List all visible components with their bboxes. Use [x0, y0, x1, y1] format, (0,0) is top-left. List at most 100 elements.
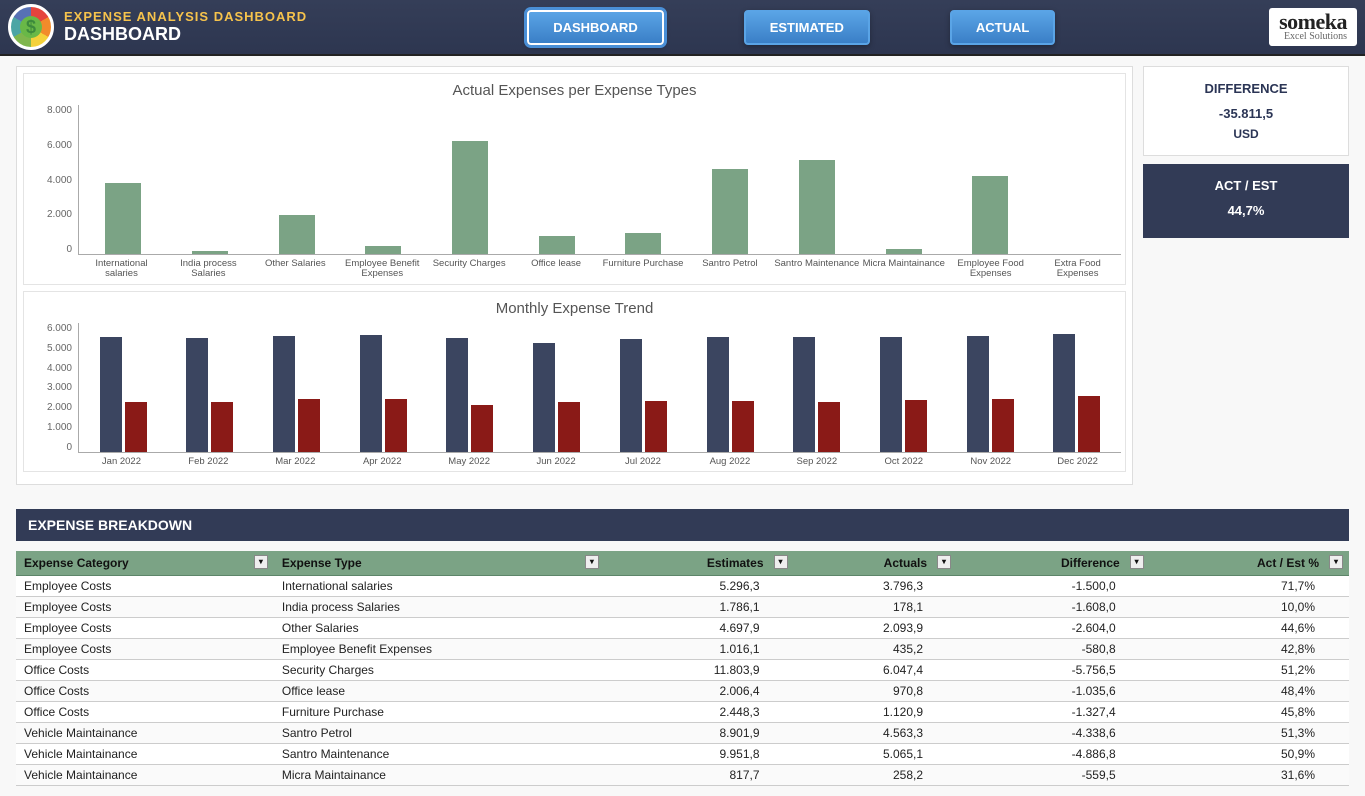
table-cell: 970,8: [794, 681, 957, 702]
app-title: EXPENSE ANALYSIS DASHBOARD: [64, 9, 307, 24]
table-cell: Employee Costs: [16, 576, 274, 597]
table-cell: 2.006,4: [605, 681, 794, 702]
chart1-title: Actual Expenses per Expense Types: [28, 82, 1121, 99]
summary-column: DIFFERENCE -35.811,5 USD ACT / EST 44,7%: [1143, 66, 1349, 485]
chart1-x-label: Micra Maintainance: [860, 255, 947, 280]
chart2-x-label: Mar 2022: [252, 453, 339, 467]
chart1-x-label: Security Charges: [426, 255, 513, 280]
table-cell: 1.120,9: [794, 702, 957, 723]
filter-dropdown-icon[interactable]: ▾: [254, 555, 268, 569]
chart1-plot: [78, 105, 1121, 255]
table-cell: 4.697,9: [605, 618, 794, 639]
table-cell: Office lease: [274, 681, 605, 702]
nav-dashboard-button[interactable]: DASHBOARD: [527, 10, 664, 45]
filter-dropdown-icon[interactable]: ▾: [585, 555, 599, 569]
chart2-bar-actual: [818, 402, 840, 451]
chart1-bar: [105, 183, 141, 254]
difference-label: DIFFERENCE: [1152, 81, 1340, 96]
table-cell: 5.296,3: [605, 576, 794, 597]
brand-subtitle: Excel Solutions: [1279, 31, 1347, 42]
breakdown-header-cell: Estimates▾: [605, 551, 794, 576]
chart1-bar: [192, 251, 228, 254]
chart1-y-axis: 8.0006.0004.0002.0000: [28, 105, 78, 255]
chart2-x-label: Jul 2022: [600, 453, 687, 467]
app-logo-icon: [8, 4, 54, 50]
table-row[interactable]: Vehicle MaintainanceSantro Petrol8.901,9…: [16, 723, 1349, 744]
chart2-x-label: Jun 2022: [513, 453, 600, 467]
chart1-x-label: International salaries: [78, 255, 165, 280]
table-cell: -2.604,0: [957, 618, 1150, 639]
table-cell: 48,4%: [1150, 681, 1349, 702]
filter-dropdown-icon[interactable]: ▾: [1329, 555, 1343, 569]
chart2-title: Monthly Expense Trend: [28, 300, 1121, 317]
table-cell: 258,2: [794, 765, 957, 786]
table-cell: Micra Maintainance: [274, 765, 605, 786]
table-cell: -559,5: [957, 765, 1150, 786]
table-cell: Vehicle Maintainance: [16, 723, 274, 744]
table-cell: -580,8: [957, 639, 1150, 660]
table-cell: Office Costs: [16, 660, 274, 681]
table-row[interactable]: Office CostsSecurity Charges11.803,96.04…: [16, 660, 1349, 681]
table-cell: Santro Petrol: [274, 723, 605, 744]
table-cell: 11.803,9: [605, 660, 794, 681]
chart2-bar-estimated: [533, 343, 555, 452]
brand-logo: someka Excel Solutions: [1269, 8, 1357, 47]
nav-actual-button[interactable]: ACTUAL: [950, 10, 1055, 45]
table-cell: 178,1: [794, 597, 957, 618]
table-cell: 3.796,3: [794, 576, 957, 597]
chart2-x-label: May 2022: [426, 453, 513, 467]
table-cell: 42,8%: [1150, 639, 1349, 660]
table-row[interactable]: Employee CostsOther Salaries4.697,92.093…: [16, 618, 1349, 639]
chart1-bar: [712, 169, 748, 254]
filter-dropdown-icon[interactable]: ▾: [1130, 555, 1144, 569]
chart2-bar-estimated: [793, 337, 815, 452]
brand-name: someka: [1279, 12, 1347, 32]
chart1-bar: [625, 233, 661, 254]
chart2-bar-estimated: [1053, 334, 1075, 452]
table-cell: 8.901,9: [605, 723, 794, 744]
charts-column: Actual Expenses per Expense Types 8.0006…: [16, 66, 1133, 485]
chart2-bar-actual: [125, 402, 147, 451]
table-cell: -1.500,0: [957, 576, 1150, 597]
chart2-x-label: Jan 2022: [78, 453, 165, 467]
chart2-bar-estimated: [446, 338, 468, 452]
table-row[interactable]: Office CostsFurniture Purchase2.448,31.1…: [16, 702, 1349, 723]
table-cell: 817,7: [605, 765, 794, 786]
chart2-y-axis: 6.0005.0004.0003.0002.0001.0000: [28, 323, 78, 453]
filter-dropdown-icon[interactable]: ▾: [774, 555, 788, 569]
chart1-x-label: Employee Food Expenses: [947, 255, 1034, 280]
table-row[interactable]: Vehicle MaintainanceMicra Maintainance81…: [16, 765, 1349, 786]
table-cell: Employee Benefit Expenses: [274, 639, 605, 660]
chart2-bar-actual: [1078, 396, 1100, 452]
chart1-bar: [365, 246, 401, 254]
table-row[interactable]: Employee CostsInternational salaries5.29…: [16, 576, 1349, 597]
table-row[interactable]: Employee CostsEmployee Benefit Expenses1…: [16, 639, 1349, 660]
table-cell: Office Costs: [16, 702, 274, 723]
page-title: DASHBOARD: [64, 24, 307, 45]
table-row[interactable]: Office CostsOffice lease2.006,4970,8-1.0…: [16, 681, 1349, 702]
table-cell: Other Salaries: [274, 618, 605, 639]
chart2-bar-estimated: [707, 337, 729, 452]
filter-dropdown-icon[interactable]: ▾: [937, 555, 951, 569]
header-bar: EXPENSE ANALYSIS DASHBOARD DASHBOARD DAS…: [0, 0, 1365, 56]
table-cell: 10,0%: [1150, 597, 1349, 618]
chart2-bar-estimated: [967, 336, 989, 452]
table-row[interactable]: Vehicle MaintainanceSantro Maintenance9.…: [16, 744, 1349, 765]
chart1-x-label: Other Salaries: [252, 255, 339, 280]
chart2-bar-estimated: [100, 337, 122, 452]
table-cell: -4.338,6: [957, 723, 1150, 744]
table-cell: Furniture Purchase: [274, 702, 605, 723]
chart2-bar-actual: [732, 401, 754, 452]
table-cell: 6.047,4: [794, 660, 957, 681]
chart1-bar: [539, 236, 575, 254]
chart2-bar-actual: [645, 401, 667, 452]
chart2-bar-estimated: [360, 335, 382, 452]
table-cell: 31,6%: [1150, 765, 1349, 786]
chart1-x-label: Santro Maintenance: [773, 255, 860, 280]
chart2-x-label: Nov 2022: [947, 453, 1034, 467]
table-cell: Employee Costs: [16, 618, 274, 639]
nav-estimated-button[interactable]: ESTIMATED: [744, 10, 870, 45]
table-cell: 435,2: [794, 639, 957, 660]
table-row[interactable]: Employee CostsIndia process Salaries1.78…: [16, 597, 1349, 618]
table-cell: 50,9%: [1150, 744, 1349, 765]
